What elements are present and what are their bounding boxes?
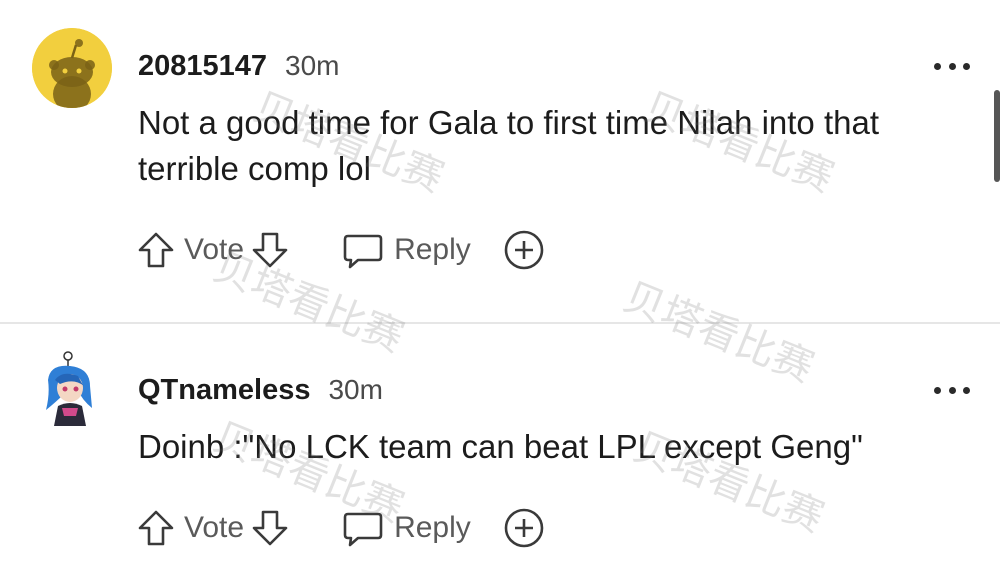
reply-button[interactable]: Reply <box>342 508 471 548</box>
upvote-button[interactable] <box>136 230 176 270</box>
downvote-button[interactable] <box>250 230 290 270</box>
avatar[interactable] <box>32 28 112 108</box>
arrow-up-icon <box>138 232 174 268</box>
avatar[interactable] <box>38 350 102 430</box>
more-options-button[interactable] <box>934 60 970 72</box>
snoo-avatar-icon <box>32 28 112 108</box>
vote-label: Vote <box>184 511 245 544</box>
username[interactable]: 20815147 <box>138 50 267 83</box>
speech-bubble-icon <box>343 234 383 269</box>
timestamp: 30m <box>285 50 340 81</box>
speech-bubble-icon <box>343 512 383 547</box>
scrollbar[interactable] <box>994 90 1000 182</box>
ellipsis-icon <box>948 62 956 70</box>
vote-group: Vote <box>136 230 290 270</box>
reply-label: Reply <box>394 233 471 266</box>
comment-1: 20815147 30m Not a good time for Gala to… <box>0 0 1000 322</box>
award-button[interactable] <box>503 229 545 271</box>
ellipsis-icon <box>963 386 970 394</box>
comment-text: Not a good time for Gala to first time N… <box>138 104 880 187</box>
award-button[interactable] <box>503 507 545 549</box>
comment-divider <box>0 322 1000 324</box>
comment-actions: Vote Reply <box>136 228 545 272</box>
character-avatar-icon <box>46 351 92 426</box>
downvote-button[interactable] <box>250 508 290 548</box>
arrow-up-icon <box>138 510 174 546</box>
ellipsis-icon <box>948 386 956 394</box>
comment-actions: Vote Reply <box>136 506 545 550</box>
comment-meta: QTnameless 30m <box>138 374 383 407</box>
vote-group: Vote <box>136 508 290 548</box>
plus-circle-icon <box>504 230 544 270</box>
reply-button[interactable]: Reply <box>342 230 471 270</box>
arrow-down-icon <box>252 510 288 546</box>
reply-label: Reply <box>394 511 471 544</box>
timestamp: 30m <box>328 374 383 405</box>
username[interactable]: QTnameless <box>138 374 310 407</box>
comment-2: QTnameless 30m Doinb :"No LCK team can b… <box>0 326 1000 574</box>
arrow-down-icon <box>252 232 288 268</box>
comment-meta: 20815147 30m <box>138 50 340 83</box>
ellipsis-icon <box>934 62 941 70</box>
ellipsis-icon <box>963 62 970 70</box>
plus-circle-icon <box>504 508 544 548</box>
ellipsis-icon <box>934 386 941 394</box>
upvote-button[interactable] <box>136 508 176 548</box>
more-options-button[interactable] <box>934 384 970 396</box>
vote-label: Vote <box>184 233 245 266</box>
comment-text: Doinb :"No LCK team can beat LPL except … <box>138 428 863 465</box>
